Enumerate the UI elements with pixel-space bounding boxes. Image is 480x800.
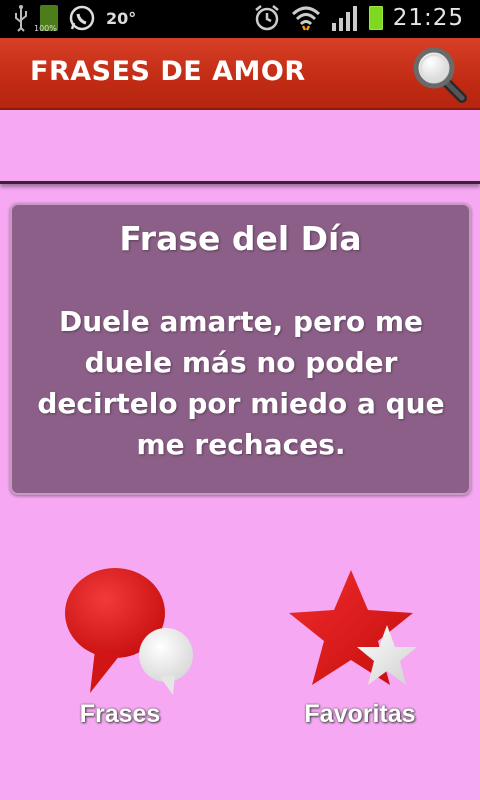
favoritas-button[interactable]: Favoritas [265,565,455,735]
temperature: 20° [106,8,137,28]
app-title: FRASES DE AMOR [30,56,306,87]
search-icon [413,47,467,103]
whatsapp-icon [69,5,95,31]
status-bar: 100% 20° 21:25 [0,0,480,38]
wifi-icon [291,6,320,31]
speech-bubbles-icon [65,568,193,695]
quote-text: Duele amarte, pero me duele más no poder… [37,305,445,461]
favoritas-label: Favoritas [304,700,416,728]
star-icon [289,570,417,685]
battery-small-label: 100% [34,24,57,33]
ad-banner-area [0,110,480,184]
usb-icon [15,5,27,32]
signal-icon [331,6,357,31]
frases-label: Frases [79,700,161,728]
alarm-icon [254,5,279,31]
search-button[interactable] [412,46,468,104]
quote-title: Frase del Día [119,219,362,258]
battery-small-icon: 100% [34,5,58,33]
frases-button[interactable]: Frases [25,565,215,735]
battery-icon [368,6,383,30]
app-bar: FRASES DE AMOR [0,38,480,110]
clock: 21:25 [392,5,464,31]
quote-of-the-day-card[interactable]: Frase del Día Duele amarte, pero me duel… [10,203,471,495]
